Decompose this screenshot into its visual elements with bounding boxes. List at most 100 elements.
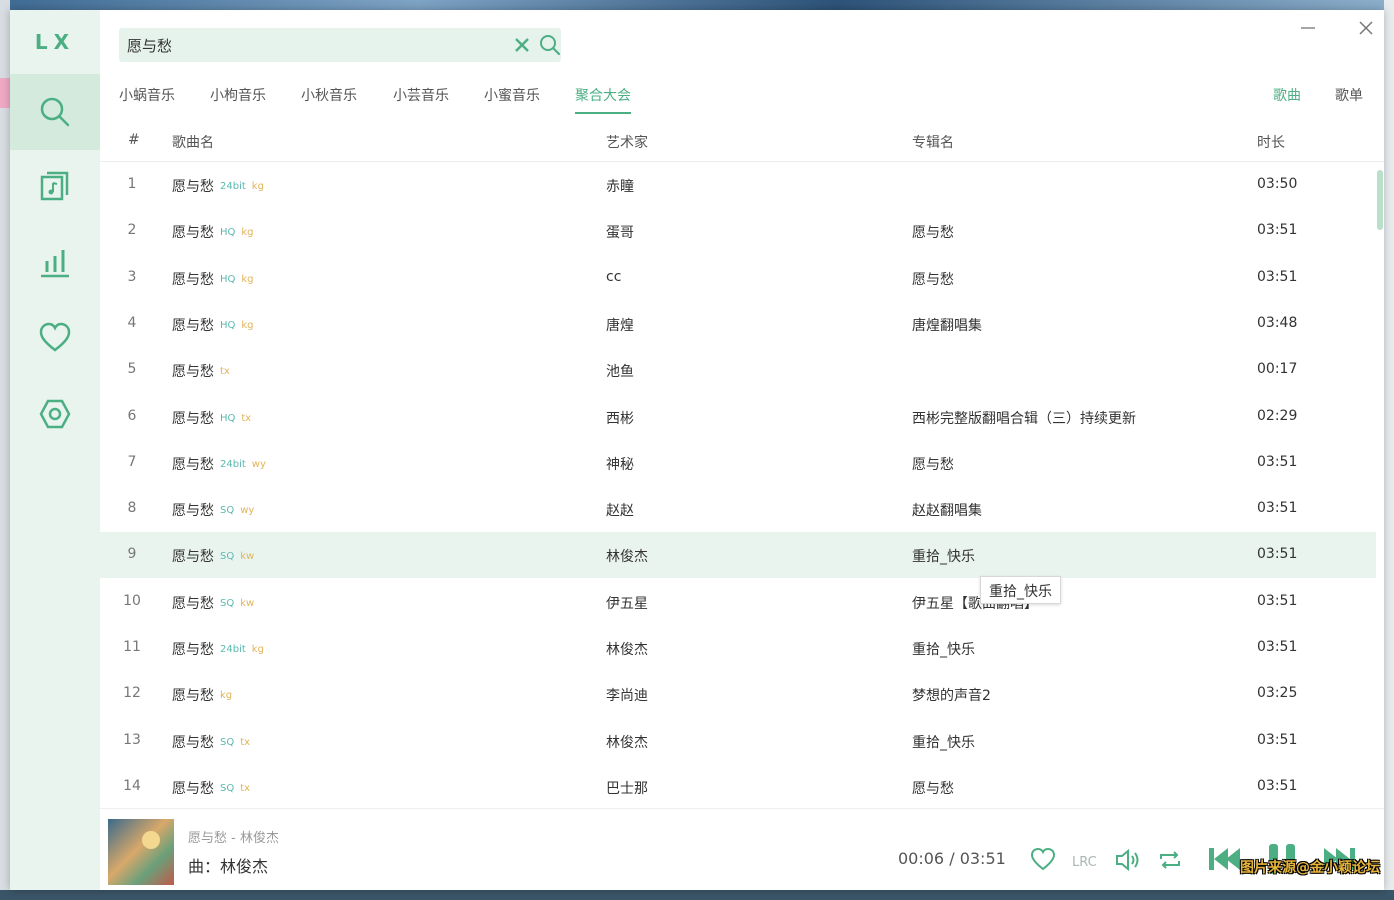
sidebar-item-leaderboard[interactable] — [10, 224, 100, 300]
album-name[interactable]: 愿与愁 — [912, 454, 954, 474]
table-row[interactable]: 4 愿与愁 HQ kg 唐煌 唐煌翻唱集 03:48 — [100, 301, 1376, 347]
album-name[interactable]: 愿与愁 — [912, 269, 954, 289]
artist-name[interactable]: 赤瞳 — [606, 176, 634, 196]
song-title: 愿与愁 — [172, 549, 214, 566]
artist-name[interactable]: 池鱼 — [606, 361, 634, 381]
table-row[interactable]: 12 愿与愁 kg 李尚迪 梦想的声音2 03:25 — [100, 671, 1376, 717]
song-duration: 03:51 — [1257, 222, 1298, 239]
sidebar-item-songlist[interactable] — [10, 148, 100, 224]
album-name[interactable]: 愿与愁 — [912, 778, 954, 798]
table-row[interactable]: 11 愿与愁 24bit kg 林俊杰 重拾_快乐 03:51 — [100, 625, 1376, 671]
song-duration: 03:51 — [1257, 500, 1298, 517]
album-cover[interactable] — [108, 819, 174, 885]
table-row[interactable]: 9 愿与愁 SQ kw 林俊杰 重拾_快乐 03:51 — [100, 532, 1376, 579]
search-icon — [40, 97, 70, 127]
volume-button[interactable] — [1114, 847, 1142, 873]
tab-songs[interactable]: 歌曲 — [1273, 86, 1301, 114]
artist-name[interactable]: 林俊杰 — [606, 546, 648, 566]
sidebar-item-favorites[interactable] — [10, 300, 100, 376]
source-badge: kg — [241, 319, 254, 331]
album-name[interactable]: 重拾_快乐 — [912, 732, 975, 752]
source-badge: kw — [240, 551, 255, 563]
artist-name[interactable]: 李尚迪 — [606, 685, 648, 705]
album-name[interactable]: 西彬完整版翻唱合辑（三）持续更新 — [912, 408, 1136, 428]
artist-name[interactable]: 伊五星 — [606, 593, 648, 613]
sidebar-item-search[interactable] — [10, 74, 100, 150]
table-row[interactable]: 8 愿与愁 SQ wy 赵赵 赵赵翻唱集 03:51 — [100, 486, 1376, 532]
song-name[interactable]: 愿与愁 SQ tx — [172, 778, 250, 798]
heart-icon — [39, 322, 71, 352]
table-row[interactable]: 5 愿与愁 tx 池鱼 00:17 — [100, 347, 1376, 393]
artist-name[interactable]: 唐煌 — [606, 315, 634, 335]
tab-source-4[interactable]: 小芸音乐 — [393, 86, 449, 114]
search-icon[interactable] — [539, 34, 561, 56]
sidebar: LX — [10, 10, 100, 890]
song-name[interactable]: 愿与愁 tx — [172, 361, 230, 381]
source-badge: tx — [240, 736, 251, 748]
tab-playlists[interactable]: 歌单 — [1335, 86, 1363, 114]
song-name[interactable]: 愿与愁 kg — [172, 685, 232, 705]
tab-source-2[interactable]: 小枸音乐 — [210, 86, 266, 114]
tab-source-5[interactable]: 小蜜音乐 — [484, 86, 540, 114]
song-name[interactable]: 愿与愁 HQ kg — [172, 315, 254, 335]
album-name[interactable]: 唐煌翻唱集 — [912, 315, 982, 335]
previous-button[interactable] — [1206, 843, 1242, 875]
song-name[interactable]: 愿与愁 24bit kg — [172, 639, 264, 659]
song-title: 愿与愁 — [172, 179, 214, 195]
album-name[interactable]: 愿与愁 — [912, 222, 954, 242]
tab-source-3[interactable]: 小秋音乐 — [301, 86, 357, 114]
lyric-button[interactable]: LRC — [1071, 847, 1099, 873]
table-row[interactable]: 6 愿与愁 HQ tx 西彬 西彬完整版翻唱合辑（三）持续更新 02:29 — [100, 394, 1376, 440]
song-name[interactable]: 愿与愁 HQ tx — [172, 408, 251, 428]
table-row[interactable]: 3 愿与愁 HQ kg cc 愿与愁 03:51 — [100, 255, 1376, 301]
table-row[interactable]: 7 愿与愁 24bit wy 神秘 愿与愁 03:51 — [100, 440, 1376, 486]
artist-name[interactable]: 巴士那 — [606, 778, 648, 798]
table-header: # 歌曲名 艺术家 专辑名 时长 — [100, 122, 1384, 162]
tab-source-1[interactable]: 小蜗音乐 — [119, 86, 175, 114]
sidebar-item-settings[interactable] — [10, 376, 100, 452]
search-box — [119, 28, 561, 62]
repeat-button[interactable] — [1157, 847, 1183, 873]
search-input[interactable] — [119, 28, 489, 62]
artist-name[interactable]: cc — [606, 269, 621, 285]
artist-name[interactable]: 赵赵 — [606, 500, 634, 520]
artist-name[interactable]: 西彬 — [606, 408, 634, 428]
desktop-right-edge — [1384, 0, 1394, 900]
song-name[interactable]: 愿与愁 24bit kg — [172, 176, 264, 196]
source-badge: kg — [220, 690, 233, 702]
table-row[interactable]: 10 愿与愁 SQ kw 伊五星 伊五星【歌曲翻唱】 03:51 — [100, 579, 1376, 625]
table-row[interactable]: 2 愿与愁 HQ kg 蛋哥 愿与愁 03:51 — [100, 208, 1376, 254]
close-icon[interactable] — [513, 36, 531, 54]
song-name[interactable]: 愿与愁 SQ kw — [172, 546, 254, 566]
scrollbar-thumb[interactable] — [1377, 170, 1383, 230]
song-name[interactable]: 愿与愁 SQ wy — [172, 500, 254, 520]
tab-source-aggregate[interactable]: 聚合大会 — [575, 86, 631, 114]
song-name[interactable]: 愿与愁 SQ tx — [172, 732, 250, 752]
table-row[interactable]: 14 愿与愁 SQ tx 巴士那 愿与愁 03:51 — [100, 764, 1376, 808]
source-badge: tx — [241, 412, 252, 424]
album-name[interactable]: 赵赵翻唱集 — [912, 500, 982, 520]
artist-name[interactable]: 林俊杰 — [606, 639, 648, 659]
quality-badge: 24bit — [220, 181, 246, 192]
song-name[interactable]: 愿与愁 24bit wy — [172, 454, 266, 474]
album-name[interactable]: 梦想的声音2 — [912, 685, 991, 705]
album-name[interactable]: 重拾_快乐 — [912, 639, 975, 659]
song-name[interactable]: 愿与愁 HQ kg — [172, 222, 254, 242]
artist-name[interactable]: 蛋哥 — [606, 222, 634, 242]
table-row[interactable]: 1 愿与愁 24bit kg 赤瞳 03:50 — [100, 162, 1376, 208]
song-name[interactable]: 愿与愁 HQ kg — [172, 269, 254, 289]
song-duration: 03:51 — [1257, 777, 1298, 794]
header-artist: 艺术家 — [606, 135, 648, 151]
album-name[interactable]: 重拾_快乐 — [912, 546, 975, 566]
table-row[interactable]: 13 愿与愁 SQ tx 林俊杰 重拾_快乐 03:51 — [100, 718, 1376, 764]
artist-name[interactable]: 神秘 — [606, 454, 634, 474]
close-window-icon[interactable] — [1358, 20, 1374, 36]
scrollbar[interactable] — [1376, 162, 1384, 808]
total-time: 03:51 — [959, 849, 1006, 868]
artist-name[interactable]: 林俊杰 — [606, 732, 648, 752]
song-duration: 03:51 — [1257, 592, 1298, 609]
song-name[interactable]: 愿与愁 SQ kw — [172, 593, 254, 613]
minimize-icon[interactable] — [1300, 20, 1316, 36]
like-button[interactable] — [1030, 847, 1056, 873]
header-album: 专辑名 — [912, 135, 954, 151]
